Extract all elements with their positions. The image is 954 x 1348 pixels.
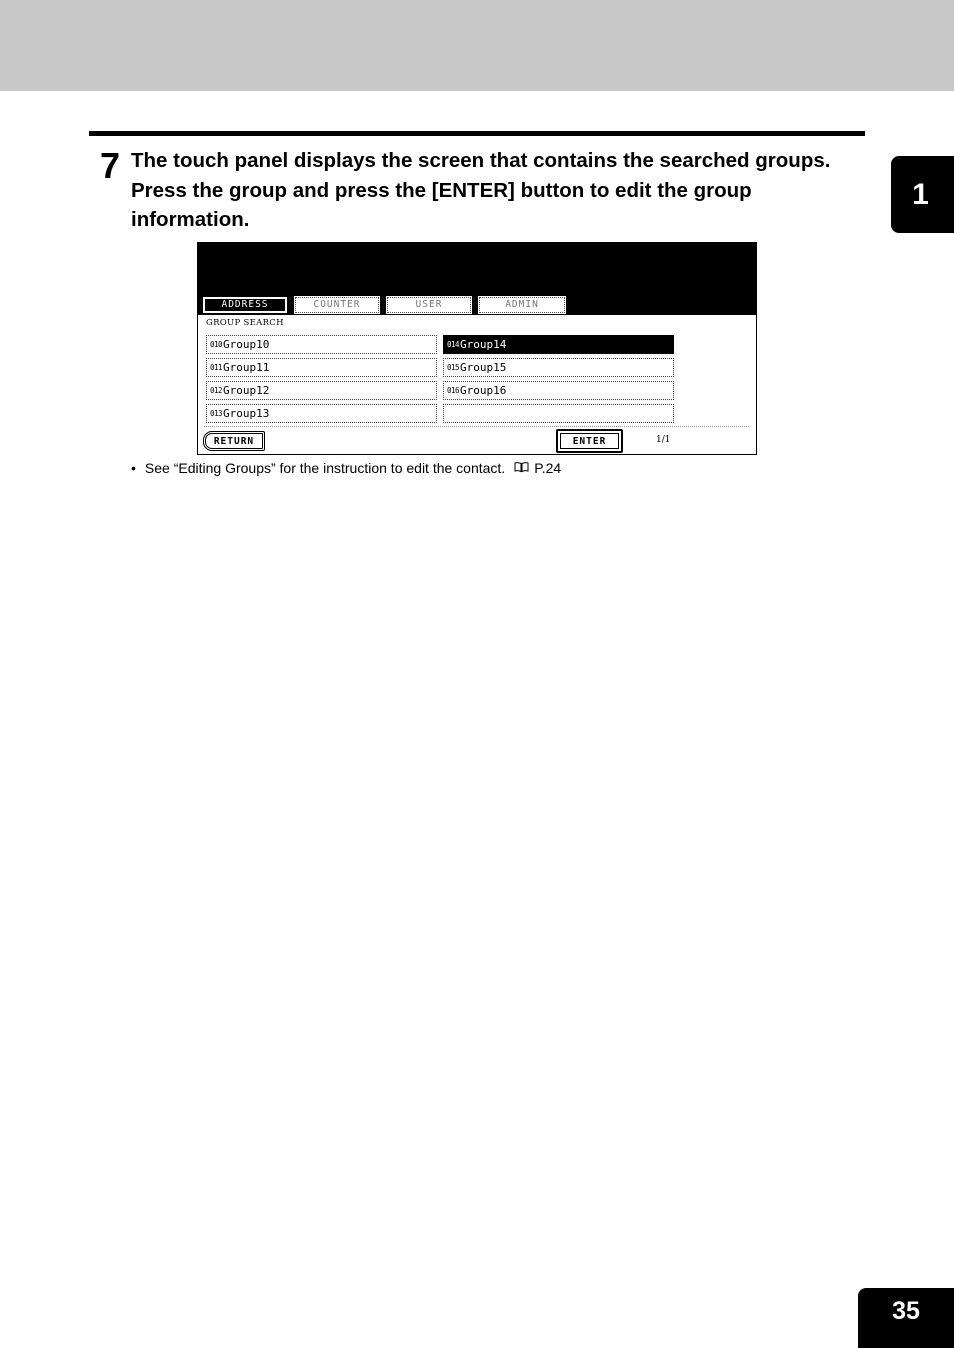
group-button-15[interactable]: 015 Group15 — [443, 358, 674, 377]
step-text: The touch panel displays the screen that… — [131, 149, 831, 231]
group-number: 012 — [210, 386, 223, 395]
bullet: • — [131, 460, 136, 476]
tab-counter[interactable]: COUNTER — [294, 296, 380, 314]
chapter-tab: 1 — [891, 156, 954, 233]
divider — [204, 426, 749, 427]
group-name: Group10 — [223, 338, 270, 351]
group-name: Group11 — [223, 361, 270, 374]
tab-address[interactable]: ADDRESS — [202, 296, 288, 314]
group-search-label: GROUP SEARCH — [206, 318, 284, 328]
group-name: Group14 — [460, 338, 507, 351]
header-band — [0, 0, 954, 91]
step-number: 7 — [100, 145, 121, 186]
group-name: Group13 — [223, 407, 270, 420]
group-name: Group12 — [223, 384, 270, 397]
group-name: Group16 — [460, 384, 507, 397]
group-number: 013 — [210, 409, 223, 418]
book-icon — [514, 459, 529, 477]
tab-user[interactable]: USER — [386, 296, 472, 314]
group-button-11[interactable]: 011 Group11 — [206, 358, 437, 377]
enter-button[interactable]: ENTER — [556, 429, 623, 453]
group-number: 011 — [210, 363, 223, 372]
group-name: Group15 — [460, 361, 507, 374]
return-label: RETURN — [205, 433, 263, 449]
return-button[interactable]: RETURN — [203, 431, 265, 451]
group-number: 016 — [447, 386, 460, 395]
tab-admin[interactable]: ADMIN — [478, 296, 566, 314]
page-reference-link[interactable]: P.24 — [534, 459, 561, 477]
group-button-12[interactable]: 012 Group12 — [206, 381, 437, 400]
touch-panel-screenshot: ADDRESS COUNTER USER ADMIN GROUP SEARCH … — [197, 242, 757, 455]
group-number: 014 — [447, 340, 460, 349]
page-number: 35 — [858, 1288, 954, 1348]
group-button-14-selected[interactable]: 014 Group14 — [443, 335, 674, 354]
group-number: 015 — [447, 363, 460, 372]
page-indicator: 1/1 — [656, 435, 671, 445]
enter-label: ENTER — [560, 433, 619, 449]
group-button-13[interactable]: 013 Group13 — [206, 404, 437, 423]
note: • See “Editing Groups” for the instructi… — [131, 459, 561, 477]
group-button-10[interactable]: 010 Group10 — [206, 335, 437, 354]
group-button-empty[interactable] — [443, 404, 674, 423]
group-number: 010 — [210, 340, 223, 349]
section-rule — [89, 131, 865, 136]
note-text: See “Editing Groups” for the instruction… — [144, 460, 506, 476]
group-button-16[interactable]: 016 Group16 — [443, 381, 674, 400]
